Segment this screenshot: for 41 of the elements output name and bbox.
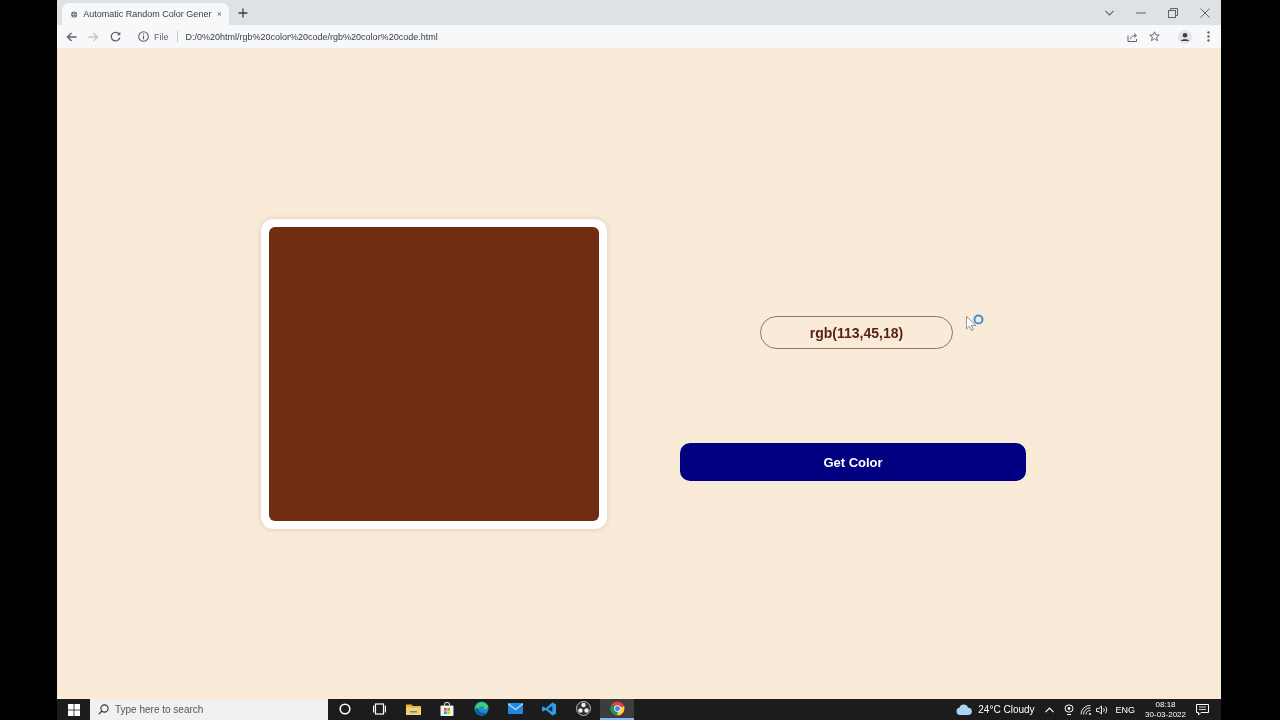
windows-logo-icon[interactable] — [67, 703, 80, 716]
clock-time[interactable]: 08:18 — [1155, 699, 1176, 710]
folder-icon[interactable] — [405, 702, 421, 715]
back-arrow-icon[interactable] — [65, 31, 77, 42]
star-icon[interactable] — [1148, 31, 1160, 42]
wifi-icon[interactable] — [1079, 704, 1091, 715]
chevron-up-icon[interactable] — [1045, 706, 1055, 713]
more-icon[interactable] — [1206, 31, 1210, 42]
file-label: File — [154, 31, 169, 42]
share-icon[interactable] — [1126, 31, 1138, 42]
notification-icon[interactable] — [1196, 703, 1209, 716]
search-icon — [98, 704, 109, 715]
aperture-icon[interactable] — [575, 701, 591, 716]
cloud-icon[interactable] — [956, 704, 973, 715]
info-icon[interactable] — [138, 31, 149, 42]
reload-icon[interactable] — [109, 31, 121, 42]
globe-icon — [71, 8, 78, 20]
taskbar-search-field[interactable]: Type here to search — [90, 699, 328, 720]
profile-icon[interactable] — [1178, 29, 1192, 44]
camera-icon[interactable] — [1063, 704, 1074, 715]
address-url[interactable]: D:/0%20html/rgb%20color%20code/rgb%20color%20code.html — [185, 31, 438, 42]
chevron-down-icon[interactable] — [1104, 9, 1114, 16]
code-editor-icon[interactable] — [542, 701, 556, 716]
task-view-icon[interactable] — [372, 702, 386, 715]
circle-icon[interactable] — [339, 702, 351, 715]
shopping-bag-icon[interactable] — [440, 701, 454, 716]
get-color-button[interactable]: Get Color — [680, 443, 1026, 481]
taskbar-app-button[interactable] — [600, 699, 634, 720]
clock-date[interactable]: 30-03-2022 — [1145, 709, 1186, 720]
browser-tab[interactable]: Automatic Random Color Gener — [62, 3, 229, 25]
close-icon[interactable] — [1200, 7, 1210, 18]
swirl-logo-icon[interactable] — [473, 701, 489, 716]
plus-icon[interactable] — [238, 7, 248, 18]
mail-icon[interactable] — [507, 703, 523, 714]
browser-logo-icon[interactable] — [609, 701, 625, 716]
speaker-icon[interactable] — [1096, 704, 1109, 715]
language-indicator[interactable]: ENG — [1115, 704, 1136, 715]
close-icon[interactable] — [217, 10, 222, 18]
weather-text[interactable]: 24°C Cloudy — [978, 704, 1035, 715]
busy-cursor-icon — [966, 314, 984, 332]
restore-icon[interactable] — [1168, 7, 1178, 18]
